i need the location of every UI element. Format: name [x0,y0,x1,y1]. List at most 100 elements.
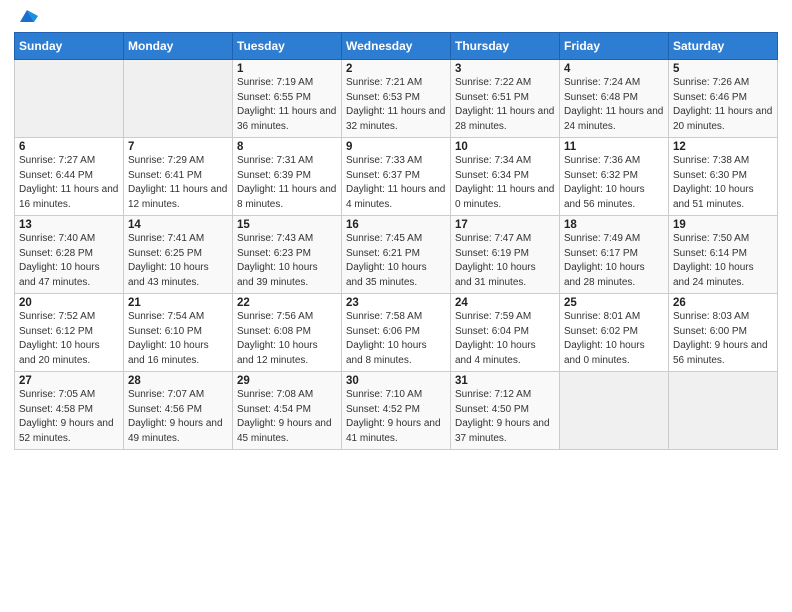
calendar-cell: 19Sunrise: 7:50 AM Sunset: 6:14 PM Dayli… [669,216,778,294]
calendar-cell: 30Sunrise: 7:10 AM Sunset: 4:52 PM Dayli… [342,372,451,450]
weekday-header-tuesday: Tuesday [233,33,342,60]
calendar-cell: 9Sunrise: 7:33 AM Sunset: 6:37 PM Daylig… [342,138,451,216]
day-info: Sunrise: 7:10 AM Sunset: 4:52 PM Dayligh… [346,388,446,446]
calendar-week-5: 27Sunrise: 7:05 AM Sunset: 4:58 PM Dayli… [15,372,778,450]
day-number: 17 [455,219,555,231]
day-number: 20 [19,297,119,309]
logo-icon [16,4,38,26]
calendar-cell: 24Sunrise: 7:59 AM Sunset: 6:04 PM Dayli… [451,294,560,372]
day-number: 5 [673,63,773,75]
day-info: Sunrise: 7:49 AM Sunset: 6:17 PM Dayligh… [564,232,664,290]
weekday-header-thursday: Thursday [451,33,560,60]
calendar-cell: 14Sunrise: 7:41 AM Sunset: 6:25 PM Dayli… [124,216,233,294]
calendar-week-2: 6Sunrise: 7:27 AM Sunset: 6:44 PM Daylig… [15,138,778,216]
day-info: Sunrise: 7:43 AM Sunset: 6:23 PM Dayligh… [237,232,337,290]
calendar-cell: 15Sunrise: 7:43 AM Sunset: 6:23 PM Dayli… [233,216,342,294]
calendar-cell: 12Sunrise: 7:38 AM Sunset: 6:30 PM Dayli… [669,138,778,216]
calendar-cell: 21Sunrise: 7:54 AM Sunset: 6:10 PM Dayli… [124,294,233,372]
day-info: Sunrise: 7:29 AM Sunset: 6:41 PM Dayligh… [128,154,228,212]
logo [14,14,38,26]
calendar-cell: 27Sunrise: 7:05 AM Sunset: 4:58 PM Dayli… [15,372,124,450]
day-number: 23 [346,297,446,309]
calendar-cell: 31Sunrise: 7:12 AM Sunset: 4:50 PM Dayli… [451,372,560,450]
calendar-cell: 10Sunrise: 7:34 AM Sunset: 6:34 PM Dayli… [451,138,560,216]
day-number: 16 [346,219,446,231]
day-number: 21 [128,297,228,309]
day-info: Sunrise: 8:03 AM Sunset: 6:00 PM Dayligh… [673,310,773,368]
calendar-cell: 29Sunrise: 7:08 AM Sunset: 4:54 PM Dayli… [233,372,342,450]
day-info: Sunrise: 7:50 AM Sunset: 6:14 PM Dayligh… [673,232,773,290]
calendar-header: SundayMondayTuesdayWednesdayThursdayFrid… [15,33,778,60]
calendar-cell: 5Sunrise: 7:26 AM Sunset: 6:46 PM Daylig… [669,60,778,138]
day-number: 22 [237,297,337,309]
calendar-cell [560,372,669,450]
day-info: Sunrise: 7:31 AM Sunset: 6:39 PM Dayligh… [237,154,337,212]
day-info: Sunrise: 7:05 AM Sunset: 4:58 PM Dayligh… [19,388,119,446]
day-number: 8 [237,141,337,153]
calendar-cell: 17Sunrise: 7:47 AM Sunset: 6:19 PM Dayli… [451,216,560,294]
calendar-cell: 16Sunrise: 7:45 AM Sunset: 6:21 PM Dayli… [342,216,451,294]
day-info: Sunrise: 7:54 AM Sunset: 6:10 PM Dayligh… [128,310,228,368]
day-number: 1 [237,63,337,75]
day-info: Sunrise: 7:12 AM Sunset: 4:50 PM Dayligh… [455,388,555,446]
day-number: 19 [673,219,773,231]
day-info: Sunrise: 7:24 AM Sunset: 6:48 PM Dayligh… [564,76,664,134]
calendar-cell: 23Sunrise: 7:58 AM Sunset: 6:06 PM Dayli… [342,294,451,372]
day-number: 27 [19,375,119,387]
day-number: 13 [19,219,119,231]
day-info: Sunrise: 8:01 AM Sunset: 6:02 PM Dayligh… [564,310,664,368]
calendar-cell: 7Sunrise: 7:29 AM Sunset: 6:41 PM Daylig… [124,138,233,216]
calendar-cell: 1Sunrise: 7:19 AM Sunset: 6:55 PM Daylig… [233,60,342,138]
day-info: Sunrise: 7:59 AM Sunset: 6:04 PM Dayligh… [455,310,555,368]
day-info: Sunrise: 7:27 AM Sunset: 6:44 PM Dayligh… [19,154,119,212]
day-number: 9 [346,141,446,153]
page-container: SundayMondayTuesdayWednesdayThursdayFrid… [0,0,792,456]
day-info: Sunrise: 7:34 AM Sunset: 6:34 PM Dayligh… [455,154,555,212]
day-number: 7 [128,141,228,153]
day-number: 10 [455,141,555,153]
day-number: 15 [237,219,337,231]
day-info: Sunrise: 7:56 AM Sunset: 6:08 PM Dayligh… [237,310,337,368]
weekday-header-saturday: Saturday [669,33,778,60]
day-number: 12 [673,141,773,153]
day-number: 30 [346,375,446,387]
day-number: 28 [128,375,228,387]
calendar-cell [124,60,233,138]
day-number: 14 [128,219,228,231]
calendar-table: SundayMondayTuesdayWednesdayThursdayFrid… [14,32,778,450]
day-number: 29 [237,375,337,387]
day-info: Sunrise: 7:52 AM Sunset: 6:12 PM Dayligh… [19,310,119,368]
weekday-header-row: SundayMondayTuesdayWednesdayThursdayFrid… [15,33,778,60]
calendar-cell [669,372,778,450]
calendar-cell [15,60,124,138]
day-number: 31 [455,375,555,387]
day-info: Sunrise: 7:22 AM Sunset: 6:51 PM Dayligh… [455,76,555,134]
day-info: Sunrise: 7:07 AM Sunset: 4:56 PM Dayligh… [128,388,228,446]
calendar-week-3: 13Sunrise: 7:40 AM Sunset: 6:28 PM Dayli… [15,216,778,294]
calendar-week-4: 20Sunrise: 7:52 AM Sunset: 6:12 PM Dayli… [15,294,778,372]
calendar-cell: 2Sunrise: 7:21 AM Sunset: 6:53 PM Daylig… [342,60,451,138]
calendar-cell: 3Sunrise: 7:22 AM Sunset: 6:51 PM Daylig… [451,60,560,138]
calendar-cell: 22Sunrise: 7:56 AM Sunset: 6:08 PM Dayli… [233,294,342,372]
day-number: 3 [455,63,555,75]
calendar-cell: 20Sunrise: 7:52 AM Sunset: 6:12 PM Dayli… [15,294,124,372]
day-info: Sunrise: 7:36 AM Sunset: 6:32 PM Dayligh… [564,154,664,212]
calendar-week-1: 1Sunrise: 7:19 AM Sunset: 6:55 PM Daylig… [15,60,778,138]
day-info: Sunrise: 7:19 AM Sunset: 6:55 PM Dayligh… [237,76,337,134]
day-info: Sunrise: 7:33 AM Sunset: 6:37 PM Dayligh… [346,154,446,212]
day-info: Sunrise: 7:21 AM Sunset: 6:53 PM Dayligh… [346,76,446,134]
header-row [14,10,778,26]
calendar-cell: 28Sunrise: 7:07 AM Sunset: 4:56 PM Dayli… [124,372,233,450]
weekday-header-friday: Friday [560,33,669,60]
day-number: 6 [19,141,119,153]
day-info: Sunrise: 7:45 AM Sunset: 6:21 PM Dayligh… [346,232,446,290]
day-info: Sunrise: 7:58 AM Sunset: 6:06 PM Dayligh… [346,310,446,368]
day-number: 4 [564,63,664,75]
day-number: 2 [346,63,446,75]
day-number: 24 [455,297,555,309]
calendar-cell: 26Sunrise: 8:03 AM Sunset: 6:00 PM Dayli… [669,294,778,372]
weekday-header-monday: Monday [124,33,233,60]
calendar-cell: 13Sunrise: 7:40 AM Sunset: 6:28 PM Dayli… [15,216,124,294]
weekday-header-wednesday: Wednesday [342,33,451,60]
day-number: 11 [564,141,664,153]
